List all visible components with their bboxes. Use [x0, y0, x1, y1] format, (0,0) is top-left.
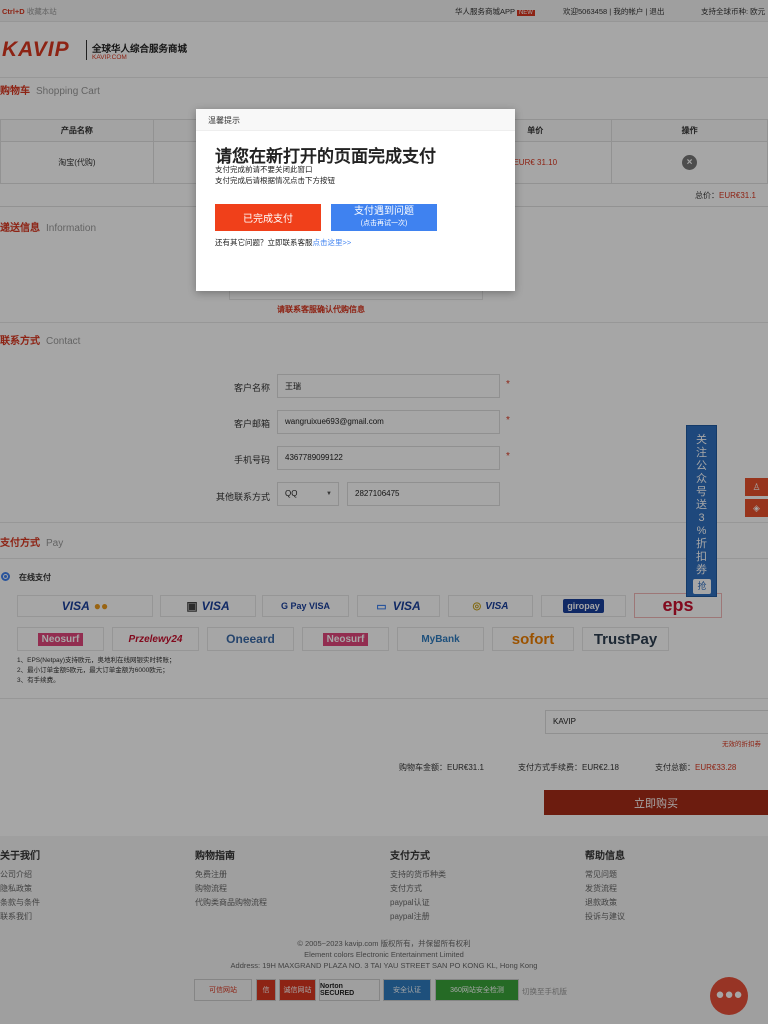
payment-done-button[interactable]: 已完成支付 — [215, 204, 321, 231]
modal-line-1: 支付完成前请不要关闭此窗口 — [215, 165, 313, 174]
contact-support-link[interactable]: 点击这里>> — [313, 238, 352, 247]
modal-header: 温馨提示 — [196, 109, 515, 131]
payment-prompt-modal: 温馨提示 请您在新打开的页面完成支付 支付完成前请不要关闭此窗口 支付完成后请根… — [196, 109, 515, 291]
payment-problem-button[interactable]: 支付遇到问题 (点击再试一次) — [331, 204, 437, 231]
modal-help: 还有其它问题？立即联系客服点击这里>> — [215, 238, 352, 247]
modal-line-2: 支付完成后请根据情况点击下方按钮 — [215, 176, 335, 185]
